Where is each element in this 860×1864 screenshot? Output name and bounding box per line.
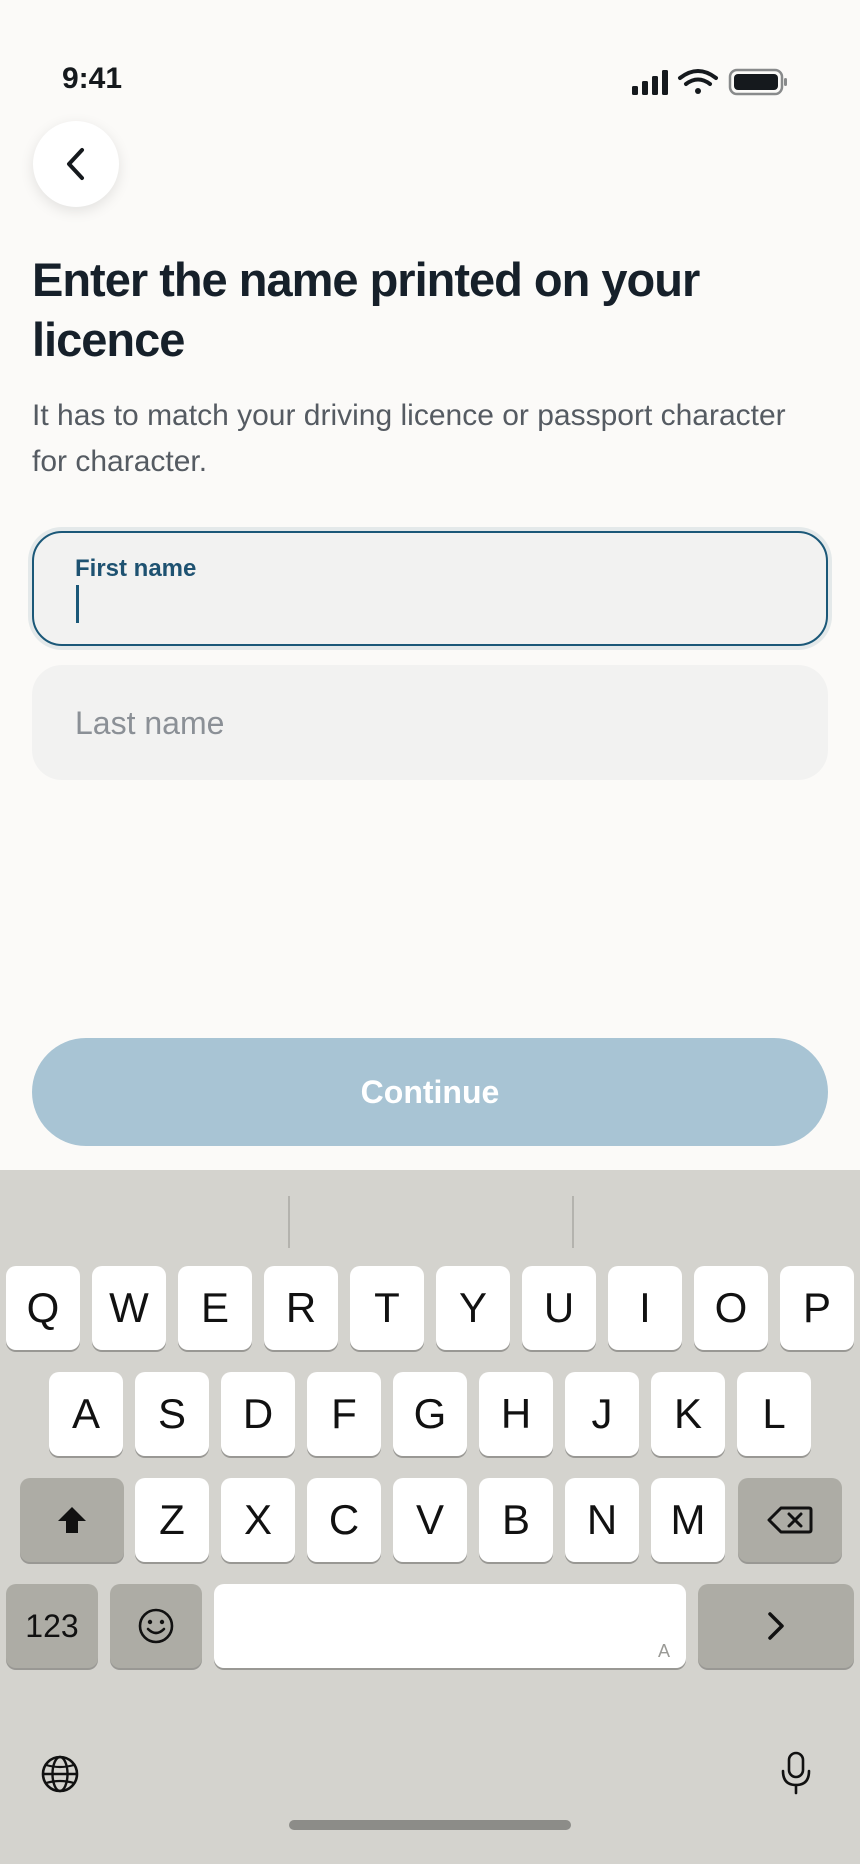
numbers-key[interactable]: 123 — [6, 1584, 98, 1668]
suggestion-divider — [572, 1196, 574, 1248]
page-title: Enter the name printed on your licence — [32, 253, 700, 366]
signal-icon — [632, 70, 668, 95]
key-a[interactable]: A — [49, 1372, 123, 1456]
key-w[interactable]: W — [92, 1266, 166, 1350]
key-m[interactable]: M — [651, 1478, 725, 1562]
globe-key[interactable] — [40, 1754, 80, 1794]
key-j[interactable]: J — [565, 1372, 639, 1456]
backspace-icon — [767, 1506, 813, 1534]
key-h[interactable]: H — [479, 1372, 553, 1456]
chevron-right-icon — [768, 1612, 784, 1640]
shift-key[interactable] — [20, 1478, 124, 1562]
key-i[interactable]: I — [608, 1266, 682, 1350]
last-name-field[interactable] — [32, 665, 828, 780]
key-d[interactable]: D — [221, 1372, 295, 1456]
key-o[interactable]: O — [694, 1266, 768, 1350]
text-caret — [76, 585, 79, 623]
key-r[interactable]: R — [264, 1266, 338, 1350]
space-key-hint: A — [657, 1641, 670, 1661]
key-b[interactable]: B — [479, 1478, 553, 1562]
first-name-field[interactable]: First name — [32, 531, 828, 646]
globe-icon — [41, 1755, 79, 1793]
key-x[interactable]: X — [221, 1478, 295, 1562]
shift-icon — [58, 1507, 86, 1533]
key-e[interactable]: E — [178, 1266, 252, 1350]
dictation-key[interactable] — [778, 1750, 814, 1796]
page-subtitle: It has to match your driving licence or … — [32, 399, 786, 478]
chevron-left-icon — [67, 148, 84, 180]
emoji-icon — [138, 1608, 174, 1644]
first-name-label: First name — [75, 555, 197, 582]
microphone-icon — [781, 1751, 811, 1795]
key-t[interactable]: T — [350, 1266, 424, 1350]
key-q[interactable]: Q — [6, 1266, 80, 1350]
wifi-icon — [678, 69, 718, 94]
next-key[interactable] — [698, 1584, 854, 1668]
key-f[interactable]: F — [307, 1372, 381, 1456]
key-p[interactable]: P — [780, 1266, 854, 1350]
continue-button[interactable]: Continue — [32, 1038, 828, 1146]
back-button[interactable] — [33, 121, 119, 207]
backspace-key[interactable] — [738, 1478, 842, 1562]
key-u[interactable]: U — [522, 1266, 596, 1350]
key-z[interactable]: Z — [135, 1478, 209, 1562]
home-indicator — [289, 1820, 571, 1830]
key-v[interactable]: V — [393, 1478, 467, 1562]
status-icons — [632, 68, 787, 96]
suggestion-divider — [288, 1196, 290, 1248]
key-y[interactable]: Y — [436, 1266, 510, 1350]
status-time: 9:41 — [62, 62, 123, 95]
key-s[interactable]: S — [135, 1372, 209, 1456]
battery-icon — [728, 68, 787, 96]
first-name-input[interactable] — [75, 589, 775, 629]
keyboard: Q W E R T Y U I O P A S D F G H J K L Z … — [0, 1170, 860, 1864]
key-c[interactable]: C — [307, 1478, 381, 1562]
key-l[interactable]: L — [737, 1372, 811, 1456]
space-key[interactable]: A — [214, 1584, 686, 1668]
last-name-input[interactable] — [75, 703, 775, 743]
key-n[interactable]: N — [565, 1478, 639, 1562]
emoji-key[interactable] — [110, 1584, 202, 1668]
key-k[interactable]: K — [651, 1372, 725, 1456]
key-g[interactable]: G — [393, 1372, 467, 1456]
